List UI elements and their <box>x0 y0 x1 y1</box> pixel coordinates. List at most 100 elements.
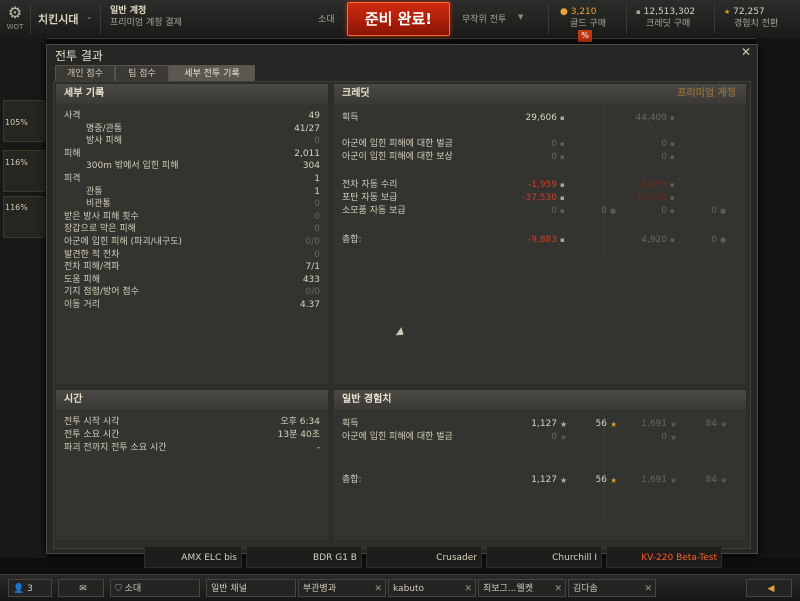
squad-channel-button[interactable]: ⛉ 소대 <box>110 579 200 597</box>
credits-purchase[interactable]: ▪ 12,513,302 크레딧 구매 <box>636 6 695 36</box>
detail-label: 관통 <box>86 186 103 197</box>
exp-star-icon: ★ <box>670 433 678 442</box>
exp-fine-row: 아군에 입힌 피해에 대한 벌금 0 ★ 0 ★ <box>342 431 742 444</box>
shield-icon: ⛉ <box>115 584 122 594</box>
exp-earned: 1,127 <box>531 419 557 429</box>
tab-detailed-record[interactable]: 세부 전투 기록 <box>169 65 255 82</box>
detail-row: 기지 점령/방어 점수 0/0 <box>64 286 320 299</box>
battle-mode-select[interactable]: 무작위 전투 <box>462 12 506 26</box>
vehicle-slot[interactable]: AMX ELC bis <box>144 546 242 568</box>
gold-label: 골드 구매 <box>570 19 606 29</box>
friends-count: 3 <box>27 584 33 594</box>
tab-personal-score[interactable]: 개인 점수 <box>55 65 115 82</box>
detail-value: 0 <box>314 224 320 235</box>
details-header: 세부 기록 <box>56 84 328 104</box>
tab-team-score[interactable]: 팀 점수 <box>115 65 169 82</box>
exp-earned-premium: 1,691 <box>641 419 667 429</box>
detail-label: 사격 <box>64 111 81 121</box>
detail-row: 장갑으로 막은 피해 0 <box>64 223 320 236</box>
gold-coin-icon: ● <box>720 207 727 215</box>
exp-total: 1,127 <box>531 475 557 485</box>
vehicle-slot[interactable]: Crusader <box>366 546 482 568</box>
channel-tab[interactable]: 부관병과 ✕ <box>298 579 386 597</box>
detail-row: 피격 1 <box>64 173 320 186</box>
detail-label: 아군에 입힌 피해 (파괴/내구도) <box>64 237 182 247</box>
detail-label: 피격 <box>64 174 81 184</box>
divider <box>30 4 31 34</box>
channel-tab[interactable]: kabuto ✕ <box>388 579 476 597</box>
time-value: 13분 40초 <box>277 430 320 440</box>
credit-icon: ▪ <box>670 194 675 202</box>
time-row: 파괴 전까지 전투 소요 시간 - <box>64 442 320 455</box>
exp-convert[interactable]: ★ 72,257 경험치 전환 <box>724 6 778 36</box>
vehicle-slot[interactable]: Churchill I <box>486 546 602 568</box>
credits-earned-premium: 44,409 <box>635 113 668 123</box>
time-value: 오후 6:34 <box>280 417 320 427</box>
game-menu-button[interactable]: ⚙ WOT <box>0 0 30 38</box>
detail-value: 304 <box>302 161 320 172</box>
vehicle-slot[interactable]: KV-220 Beta-Test <box>606 546 722 568</box>
vehicle-slot[interactable]: BDR G1 B <box>246 546 362 568</box>
detail-row: 발견한 적 전차 0 <box>64 249 320 262</box>
credits-label: 크레딧 구매 <box>646 19 691 29</box>
battle-ready-button[interactable]: 준비 완료! <box>347 2 450 36</box>
ammo-cost-premium: -37,530 <box>632 193 667 203</box>
channel-label: 김다솜 <box>573 584 598 594</box>
close-icon[interactable]: ✕ <box>644 580 652 598</box>
detail-value: 1 <box>314 174 320 184</box>
squad-button[interactable]: 소대 <box>318 12 335 26</box>
channel-tab[interactable]: 일반 채널 <box>206 579 296 597</box>
notifications-button[interactable]: ◀ <box>746 579 792 597</box>
experience-header: 일반 경험치 <box>334 390 746 410</box>
time-label: 파괴 전까지 전투 소요 시간 <box>64 443 167 453</box>
gold-purchase[interactable]: ● 3,210 골드 구매 % <box>560 6 606 42</box>
garage-right-panel <box>756 38 800 558</box>
detail-row: 피해 2,011 <box>64 148 320 161</box>
detail-value: 0/0 <box>305 287 320 298</box>
detail-value: 433 <box>302 274 320 285</box>
chat-button[interactable]: ✉ <box>58 579 104 597</box>
crew-percent: 116% <box>5 203 28 212</box>
friends-button[interactable]: 👤 3 <box>8 579 52 597</box>
crew-percent: 116% <box>5 158 28 167</box>
ff-comp-premium: 0 <box>661 152 667 162</box>
exp-fine: 0 <box>551 432 557 442</box>
close-icon[interactable]: ✕ <box>464 580 472 598</box>
detail-label: 기지 점령/방어 점수 <box>64 287 139 298</box>
credits-total-premium-gold: 0 <box>711 235 717 245</box>
gold-coin-icon: ● <box>720 236 727 244</box>
repair-cost: -1,959 <box>527 180 557 190</box>
credit-icon: ▪ <box>670 207 675 215</box>
exp-value: 72,257 <box>733 7 765 17</box>
credits-total: -9,883 <box>527 235 557 245</box>
buy-premium-link[interactable]: 프리미엄 계정 결제 <box>110 17 182 29</box>
close-icon[interactable]: ✕ <box>374 580 382 598</box>
channel-tab[interactable]: 김다솜 ✕ <box>568 579 656 597</box>
exp-total-row: 총합: 1,127 ★ 56 ★ 1,691 ★ 84 ★ <box>342 474 742 487</box>
free-exp-icon: ★ <box>720 420 728 429</box>
channel-label: kabuto <box>393 584 425 594</box>
detail-row: 전차 피해/격파 7/1 <box>64 261 320 274</box>
channel-tab[interactable]: 최보그...웰켓 ✕ <box>478 579 566 597</box>
crew-percent: 105% <box>5 118 28 127</box>
detail-label: 받은 방사 피해 횟수 <box>64 211 139 222</box>
ff-comp: 0 <box>551 152 557 162</box>
clan-button[interactable]: 치킨시대 <box>38 11 78 27</box>
close-icon[interactable]: ✕ <box>554 580 562 598</box>
credit-icon: ▪ <box>560 140 565 148</box>
detail-label: 도움 피해 <box>64 274 100 285</box>
ammo-cost: -37,530 <box>522 193 557 203</box>
detail-label: 장갑으로 막은 피해 <box>64 224 136 235</box>
vehicle-card[interactable] <box>3 150 45 192</box>
close-icon[interactable]: ✕ <box>741 45 751 59</box>
credits-earned: 29,606 <box>525 113 558 123</box>
consumables-cost: 0 <box>551 206 557 216</box>
exp-star-icon: ★ <box>560 476 568 485</box>
free-exp-icon: ★ <box>724 8 731 16</box>
time-label: 전투 시작 시각 <box>64 417 120 427</box>
credits-total-row: 총합: -9,883 ▪ 4,920 ▪ 0 ● <box>342 234 742 247</box>
detail-row: 도움 피해 433 <box>64 274 320 287</box>
account-info[interactable]: 일반 계정 프리미엄 계정 결제 <box>110 5 182 35</box>
credits-header-label: 크레딧 <box>342 88 370 99</box>
experience-section: 일반 경험치 획득 1,127 ★ 56 ★ 1,691 ★ 84 ★ 아군에 … <box>334 390 746 540</box>
